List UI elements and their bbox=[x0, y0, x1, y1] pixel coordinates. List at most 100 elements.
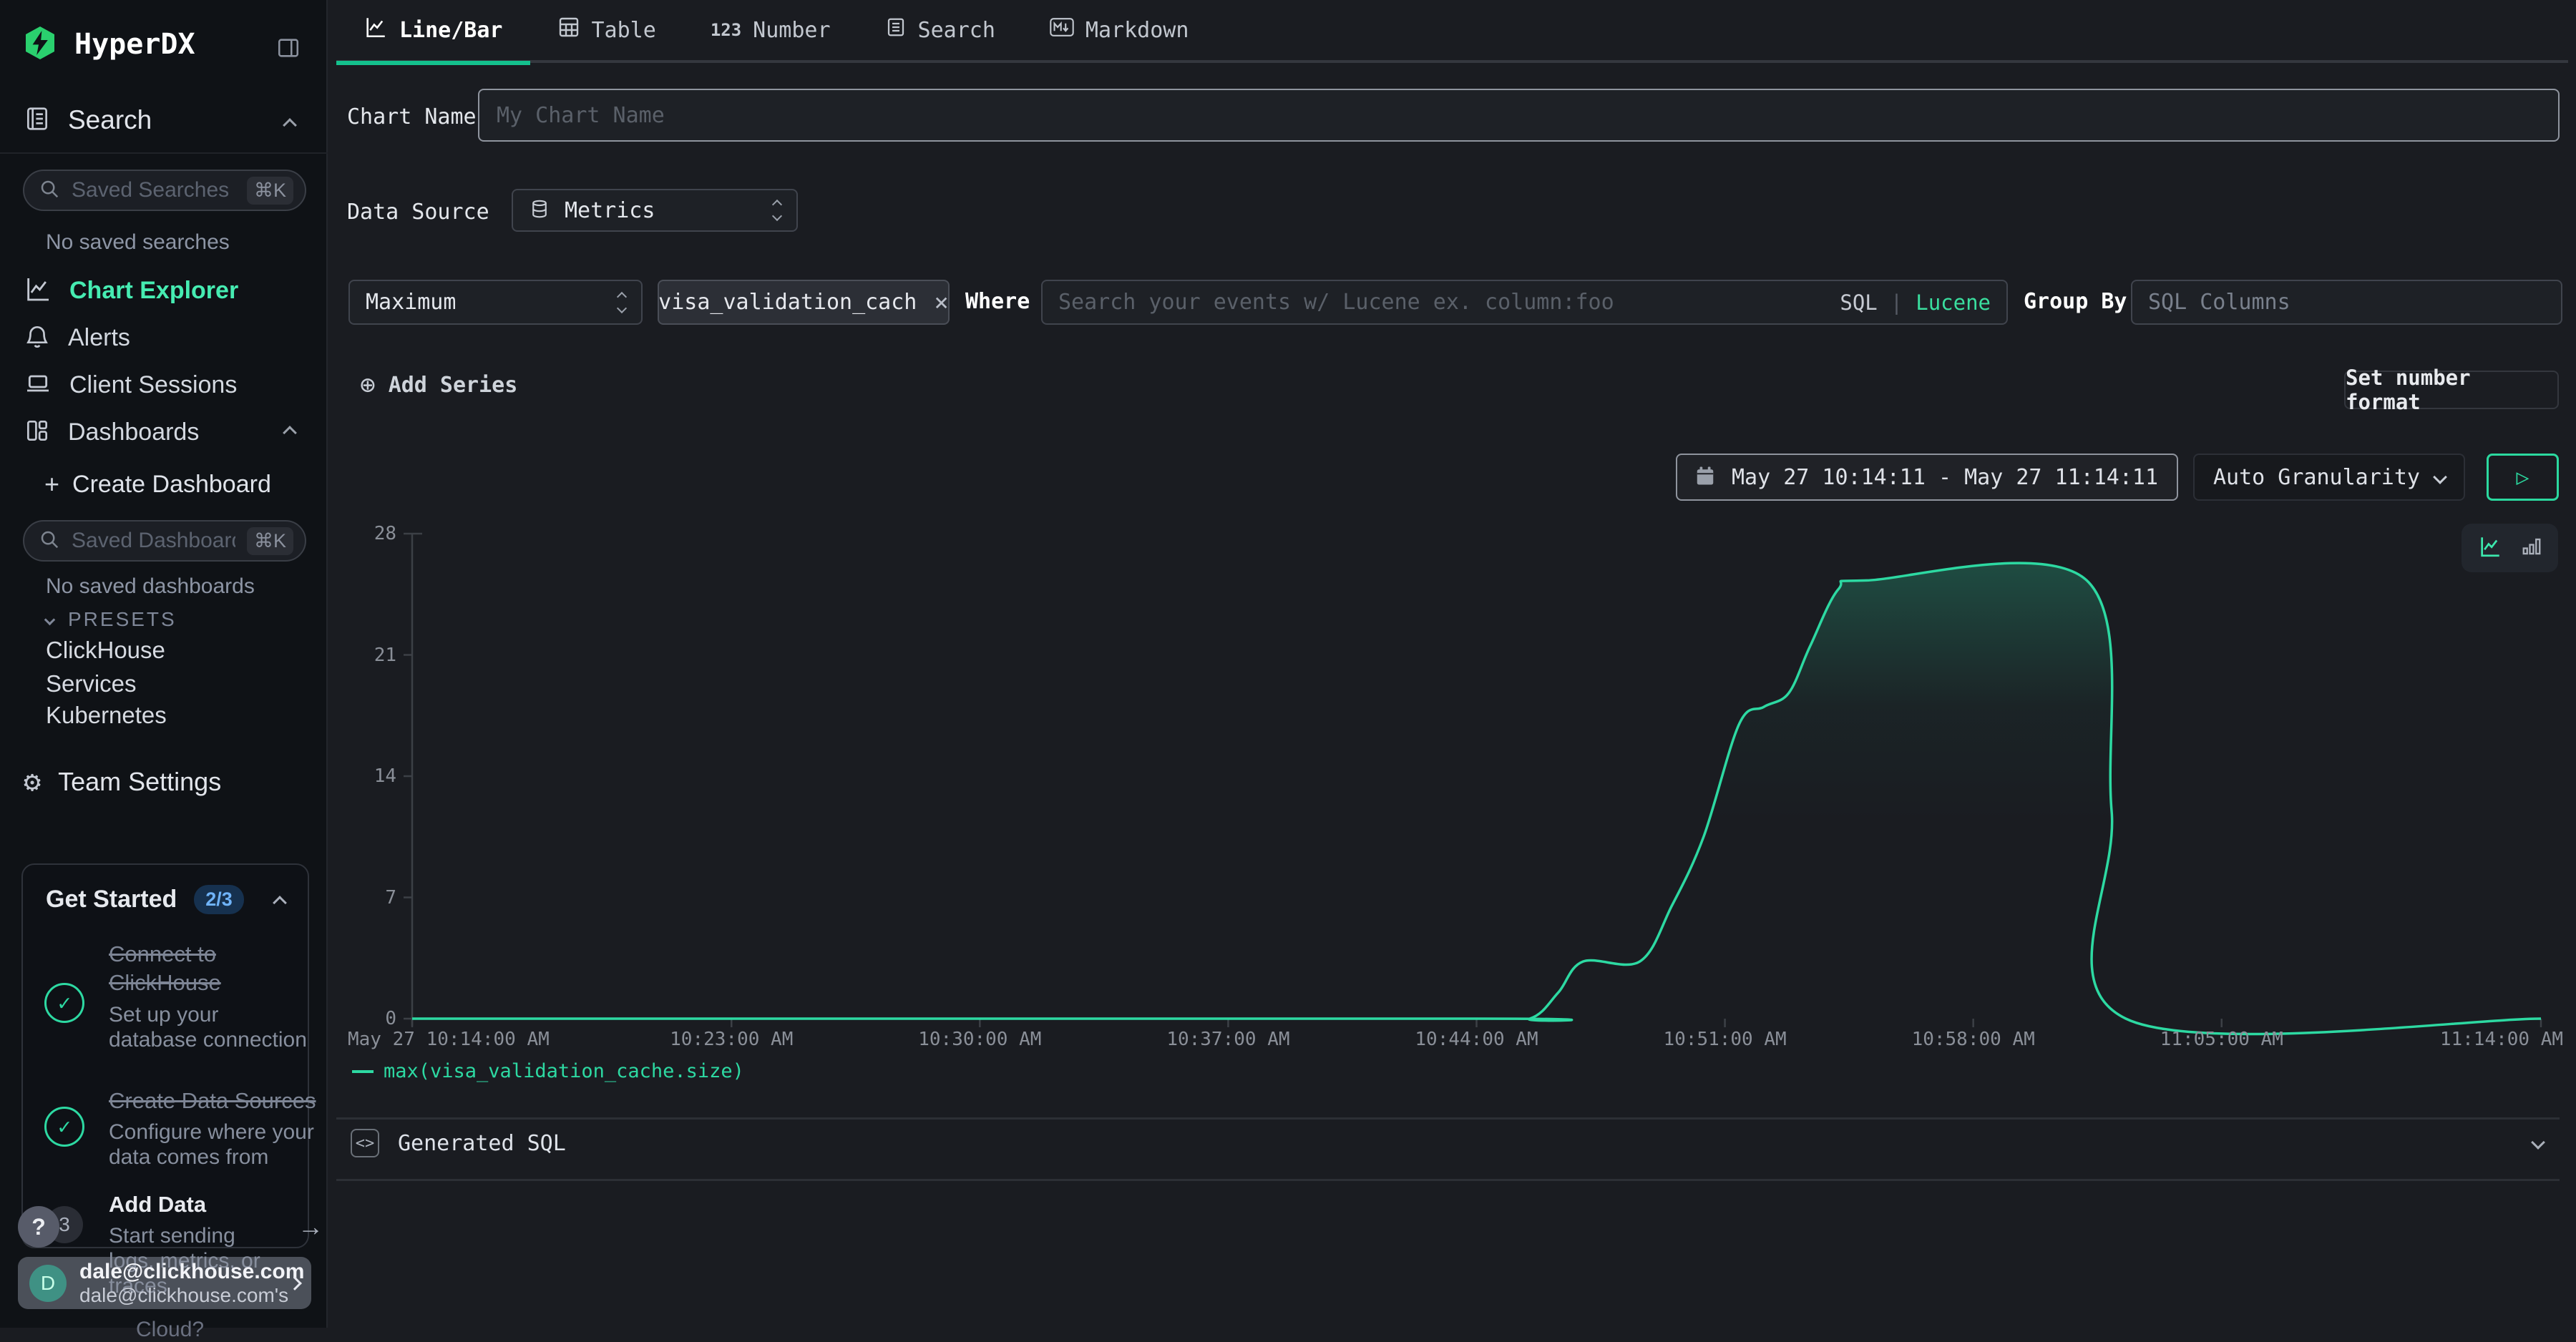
preset-clickhouse[interactable]: ClickHouse bbox=[46, 637, 165, 664]
calendar-icon bbox=[1694, 464, 1716, 490]
chart-name-field[interactable] bbox=[497, 103, 2541, 128]
tab-bar: Line/Bar Table 123 Number Search bbox=[336, 0, 2568, 63]
sidebar-item-alerts[interactable]: Alerts bbox=[24, 320, 130, 355]
add-series-button[interactable]: ⊕ Add Series bbox=[360, 371, 517, 400]
chevron-down-icon bbox=[2433, 470, 2447, 484]
gs-item-title: Add Data bbox=[109, 1192, 206, 1217]
get-started-title: Get Started bbox=[46, 886, 177, 914]
divider bbox=[0, 152, 328, 154]
divider bbox=[336, 1179, 2560, 1181]
markdown-icon bbox=[1050, 16, 1074, 44]
tab-label: Line/Bar bbox=[399, 18, 503, 43]
tab-search[interactable]: Search bbox=[858, 0, 1023, 62]
preset-services[interactable]: Services bbox=[46, 670, 137, 697]
gs-item-subtitle: Set up your database connection bbox=[109, 1002, 313, 1052]
presets-toggle[interactable]: PRESETS bbox=[46, 605, 177, 634]
divider bbox=[336, 1117, 2560, 1120]
play-icon: ▷ bbox=[2516, 465, 2529, 490]
laptop-icon bbox=[24, 369, 52, 401]
x-tick-label: 10:30:00 AM bbox=[918, 1029, 1041, 1050]
chevron-down-icon[interactable] bbox=[2531, 1135, 2545, 1150]
date-range-picker[interactable]: May 27 10:14:11 - May 27 11:14:11 bbox=[1676, 454, 2178, 501]
chart-canvas bbox=[336, 515, 2576, 1109]
preset-kubernetes[interactable]: Kubernetes bbox=[46, 702, 167, 729]
group-by-input[interactable] bbox=[2131, 280, 2562, 325]
database-icon bbox=[529, 197, 550, 223]
x-tick-label: 10:58:00 AM bbox=[1912, 1029, 2035, 1050]
plus-icon: + bbox=[44, 469, 59, 499]
check-circle-icon: ✓ bbox=[44, 1107, 84, 1147]
presets-label: PRESETS bbox=[68, 608, 177, 631]
alerts-label: Alerts bbox=[68, 324, 130, 352]
select-chevrons-icon bbox=[774, 201, 781, 220]
search-section-icon bbox=[24, 104, 51, 137]
chevron-up-icon[interactable] bbox=[283, 118, 297, 132]
where-field[interactable] bbox=[1058, 290, 1827, 315]
sidebar-section-search[interactable]: Search bbox=[24, 104, 152, 137]
hyperdx-logo-icon bbox=[23, 24, 57, 64]
tab-table[interactable]: Table bbox=[530, 0, 683, 62]
get-started-item-2[interactable]: ✓ Create Data Sources Configure where yo… bbox=[44, 1087, 316, 1170]
tab-label: Markdown bbox=[1085, 18, 1189, 43]
saved-searches-field[interactable] bbox=[72, 178, 235, 202]
sidebar-item-client-sessions[interactable]: Client Sessions bbox=[24, 368, 237, 402]
lucene-mode-toggle[interactable]: Lucene bbox=[1916, 290, 1991, 315]
help-button[interactable]: ? bbox=[18, 1206, 59, 1248]
tab-markdown[interactable]: Markdown bbox=[1023, 0, 1216, 62]
tab-label: Search bbox=[918, 18, 995, 43]
granularity-select[interactable]: Auto Granularity bbox=[2193, 454, 2465, 501]
legend-label: max(visa_validation_cache.size) bbox=[384, 1060, 744, 1082]
x-tick-label: 10:51:00 AM bbox=[1663, 1029, 1786, 1050]
shortcut-badge: ⌘K bbox=[247, 527, 293, 555]
group-by-field[interactable] bbox=[2148, 290, 2545, 315]
search-section-label: Search bbox=[68, 105, 152, 135]
saved-searches-input[interactable]: ⌘K bbox=[23, 170, 306, 211]
plus-circle-icon: ⊕ bbox=[360, 371, 376, 400]
generated-sql-header[interactable]: <> Generated SQL bbox=[351, 1129, 566, 1157]
gs-item-title: Create Data Sources bbox=[109, 1088, 316, 1113]
x-tick-label: 11:14:00 AM bbox=[2440, 1029, 2563, 1050]
remove-tag-icon[interactable]: × bbox=[934, 288, 948, 317]
logo[interactable]: HyperDX bbox=[23, 21, 195, 67]
sidebar-item-dashboards[interactable]: Dashboards bbox=[24, 415, 199, 449]
run-query-button[interactable]: ▷ bbox=[2487, 454, 2559, 501]
metric-tag[interactable]: visa_validation_cach × bbox=[658, 280, 950, 325]
shortcut-badge: ⌘K bbox=[247, 177, 293, 205]
tab-label: Table bbox=[592, 18, 656, 43]
create-dashboard-button[interactable]: + Create Dashboard bbox=[44, 469, 271, 500]
mode-separator: | bbox=[1890, 290, 1903, 315]
tab-line-bar[interactable]: Line/Bar bbox=[336, 0, 530, 62]
sql-mode-toggle[interactable]: SQL bbox=[1840, 290, 1877, 315]
set-number-format-button[interactable]: Set number format bbox=[2344, 371, 2559, 409]
sidebar-item-chart-explorer[interactable]: Chart Explorer bbox=[24, 273, 238, 308]
where-input[interactable]: SQL | Lucene bbox=[1041, 280, 2008, 325]
time-series-chart[interactable]: max(visa_validation_cache.size) 07142128… bbox=[336, 515, 2576, 1109]
chart-name-input[interactable] bbox=[478, 89, 2560, 142]
tab-number[interactable]: 123 Number bbox=[683, 0, 858, 62]
chevron-up-icon[interactable] bbox=[283, 426, 297, 440]
chart-name-label: Chart Name bbox=[347, 104, 477, 129]
no-saved-dashboards: No saved dashboards bbox=[46, 574, 255, 599]
saved-dashboards-field[interactable] bbox=[72, 529, 235, 553]
chevron-up-icon[interactable] bbox=[273, 896, 287, 910]
get-started-item-1[interactable]: ✓ Connect to ClickHouse Set up your data… bbox=[44, 940, 313, 1052]
cut-off-text: Cloud? bbox=[136, 1318, 204, 1342]
aggregation-select[interactable]: Maximum bbox=[348, 280, 643, 325]
chart-legend[interactable]: max(visa_validation_cache.size) bbox=[352, 1060, 744, 1082]
chart-explorer-label: Chart Explorer bbox=[69, 277, 238, 305]
user-email: dale@clickhouse.com bbox=[79, 1260, 277, 1284]
question-mark-icon: ? bbox=[31, 1214, 46, 1240]
saved-dashboards-input[interactable]: ⌘K bbox=[23, 520, 306, 562]
app-title: HyperDX bbox=[74, 28, 195, 61]
y-tick-label: 28 bbox=[374, 523, 396, 544]
gs-item-title: Connect to ClickHouse bbox=[109, 941, 221, 995]
client-sessions-label: Client Sessions bbox=[69, 371, 237, 399]
data-source-select[interactable]: Metrics bbox=[512, 189, 798, 232]
collapse-sidebar-icon[interactable] bbox=[276, 36, 301, 63]
sidebar-item-team-settings[interactable]: ⚙ Team Settings bbox=[24, 764, 221, 800]
line-chart-icon bbox=[24, 275, 52, 306]
y-tick-label: 14 bbox=[374, 765, 396, 787]
user-profile-bar[interactable]: D dale@clickhouse.com dale@clickhouse.co… bbox=[18, 1257, 311, 1309]
data-source-label: Data Source bbox=[347, 200, 489, 225]
bell-icon bbox=[24, 322, 51, 353]
